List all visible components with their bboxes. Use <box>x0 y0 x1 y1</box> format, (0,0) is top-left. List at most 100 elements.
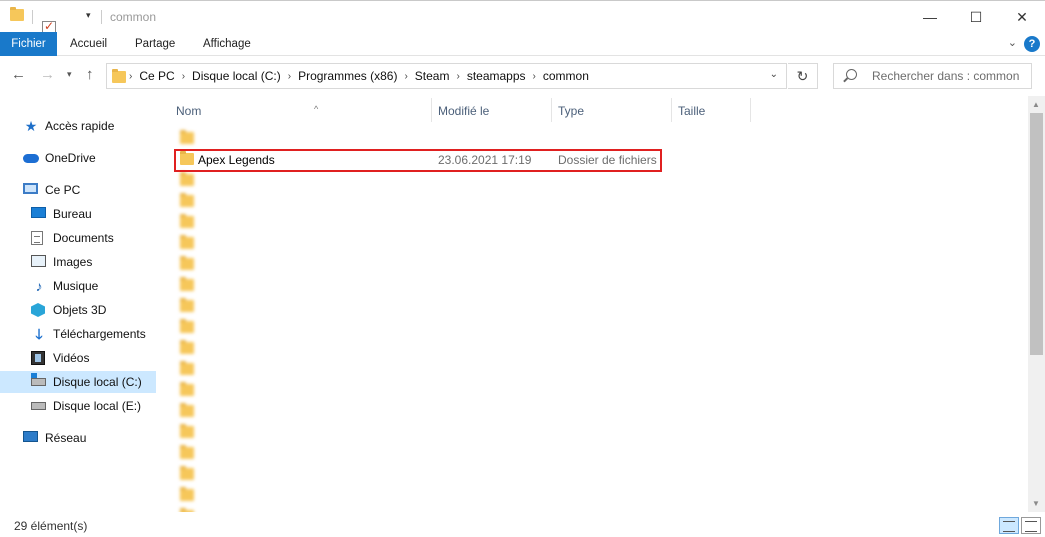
forward-arrow-icon[interactable]: → <box>40 66 55 83</box>
folder-icon <box>180 256 194 270</box>
sidebar-item-disque-local-e[interactable]: Disque local (E:) <box>0 395 156 417</box>
list-item[interactable] <box>158 485 1018 506</box>
folder-icon <box>180 424 194 438</box>
sidebar-item-label: Objets 3D <box>53 303 107 317</box>
list-item[interactable] <box>158 317 1018 338</box>
tab-accueil[interactable]: Accueil <box>60 32 117 56</box>
breadcrumb-ce-pc[interactable]: Ce PC <box>139 69 174 83</box>
list-item[interactable] <box>158 338 1018 359</box>
breadcrumb: › Ce PC › Disque local (C:) › Programmes… <box>129 69 589 83</box>
sidebar-item-disque-local-c[interactable]: Disque local (C:) <box>0 371 156 393</box>
folder-icon <box>180 172 194 186</box>
breadcrumb-common[interactable]: common <box>543 69 589 83</box>
sidebar-item-images[interactable]: Images <box>0 251 156 273</box>
column-divider[interactable] <box>551 98 552 122</box>
close-button[interactable]: ✕ <box>999 1 1045 33</box>
cube-icon <box>31 303 47 317</box>
expand-ribbon-chevron-icon[interactable]: ⌄ <box>1008 36 1017 49</box>
scroll-down-arrow-icon[interactable]: ▼ <box>1032 499 1040 508</box>
search-icon <box>846 69 857 80</box>
document-icon <box>31 231 47 245</box>
sidebar-item-documents[interactable]: Documents <box>0 227 156 249</box>
minimize-button[interactable]: — <box>907 1 953 33</box>
tab-affichage[interactable]: Affichage <box>193 32 261 56</box>
breadcrumb-separator-icon[interactable]: › <box>182 71 185 82</box>
list-item[interactable] <box>158 443 1018 464</box>
address-bar[interactable]: › Ce PC › Disque local (C:) › Programmes… <box>106 63 787 89</box>
breadcrumb-steam[interactable]: Steam <box>415 69 450 83</box>
breadcrumb-separator-icon[interactable]: › <box>456 71 459 82</box>
list-item[interactable] <box>158 359 1018 380</box>
sidebar-item-bureau[interactable]: Bureau <box>0 203 156 225</box>
breadcrumb-programmes-x86[interactable]: Programmes (x86) <box>298 69 397 83</box>
column-header-type[interactable]: Type <box>558 96 670 126</box>
sidebar-item-objets-3d[interactable]: Objets 3D <box>0 299 156 321</box>
navigation-bar: ← → ▾ ↑ › Ce PC › Disque local (C:) › Pr… <box>0 56 1045 96</box>
tab-fichier[interactable]: Fichier <box>0 32 57 56</box>
download-icon: 🡓 <box>35 326 43 342</box>
column-divider[interactable] <box>431 98 432 122</box>
recent-locations-chevron-icon[interactable]: ▾ <box>67 69 72 80</box>
sidebar-item-telechargements[interactable]: 🡓 Téléchargements <box>0 323 156 345</box>
folder-icon <box>180 403 194 417</box>
details-view-icon[interactable] <box>999 517 1019 534</box>
list-item[interactable] <box>158 170 1018 191</box>
search-input[interactable] <box>872 69 1027 83</box>
navigation-pane: ★ Accès rapide OneDrive Ce PC Bureau Doc… <box>0 96 158 512</box>
sidebar-item-label: Musique <box>53 279 99 293</box>
list-item[interactable] <box>158 254 1018 275</box>
tab-partage[interactable]: Partage <box>125 32 185 56</box>
column-header-modified[interactable]: Modifié le <box>438 96 550 126</box>
window-title: common <box>110 10 157 24</box>
breadcrumb-steamapps[interactable]: steamapps <box>467 69 526 83</box>
quick-access-toolbar-chevron-icon[interactable]: ▾ <box>86 10 91 21</box>
list-item[interactable] <box>158 401 1018 422</box>
sidebar-item-label: Documents <box>53 231 114 245</box>
column-divider[interactable] <box>750 98 751 122</box>
video-icon <box>31 351 47 365</box>
list-item[interactable] <box>158 296 1018 317</box>
back-arrow-icon[interactable]: ← <box>11 66 26 83</box>
sidebar-item-ce-pc[interactable]: Ce PC <box>0 179 156 201</box>
sidebar-item-label: Disque local (C:) <box>53 375 142 389</box>
breadcrumb-separator-icon[interactable]: › <box>404 71 407 82</box>
star-icon: ★ <box>24 118 38 134</box>
network-icon <box>23 431 39 445</box>
scrollbar-thumb[interactable] <box>1030 113 1043 355</box>
search-box[interactable] <box>833 63 1032 89</box>
divider <box>32 10 33 24</box>
column-header-name[interactable]: Nom ^ <box>176 96 431 126</box>
breadcrumb-separator-icon: › <box>129 70 133 82</box>
maximize-button[interactable]: ☐ <box>953 1 999 33</box>
sidebar-item-label: Téléchargements <box>53 327 146 341</box>
sidebar-item-onedrive[interactable]: OneDrive <box>0 147 156 169</box>
list-item[interactable] <box>158 191 1018 212</box>
vertical-scrollbar[interactable]: ▲ ▼ <box>1028 96 1045 512</box>
refresh-icon[interactable]: ↻ <box>788 63 818 89</box>
breadcrumb-separator-icon[interactable]: › <box>288 71 291 82</box>
image-icon <box>31 255 47 269</box>
cloud-icon <box>23 151 39 165</box>
list-item[interactable] <box>158 128 1018 149</box>
breadcrumb-separator-icon[interactable]: › <box>533 71 536 82</box>
column-divider[interactable] <box>671 98 672 122</box>
large-icons-view-icon[interactable] <box>1021 517 1041 534</box>
list-item[interactable] <box>158 275 1018 296</box>
breadcrumb-disque-local-c[interactable]: Disque local (C:) <box>192 69 281 83</box>
list-item[interactable] <box>158 212 1018 233</box>
list-item[interactable] <box>158 464 1018 485</box>
column-header-size[interactable]: Taille <box>678 96 748 126</box>
list-item[interactable] <box>158 233 1018 254</box>
scroll-up-arrow-icon[interactable]: ▲ <box>1032 100 1040 109</box>
sidebar-item-acces-rapide[interactable]: ★ Accès rapide <box>0 115 156 137</box>
address-history-chevron-icon[interactable]: ⌄ <box>770 69 778 80</box>
list-item[interactable] <box>158 422 1018 443</box>
sidebar-item-videos[interactable]: Vidéos <box>0 347 156 369</box>
folder-icon <box>112 69 126 83</box>
folder-icon <box>180 277 194 291</box>
sidebar-item-reseau[interactable]: Réseau <box>0 427 156 449</box>
list-item[interactable] <box>158 380 1018 401</box>
up-arrow-icon[interactable]: ↑ <box>86 66 94 83</box>
sidebar-item-musique[interactable]: ♪ Musique <box>0 275 156 297</box>
help-button[interactable]: ? <box>1024 36 1040 52</box>
